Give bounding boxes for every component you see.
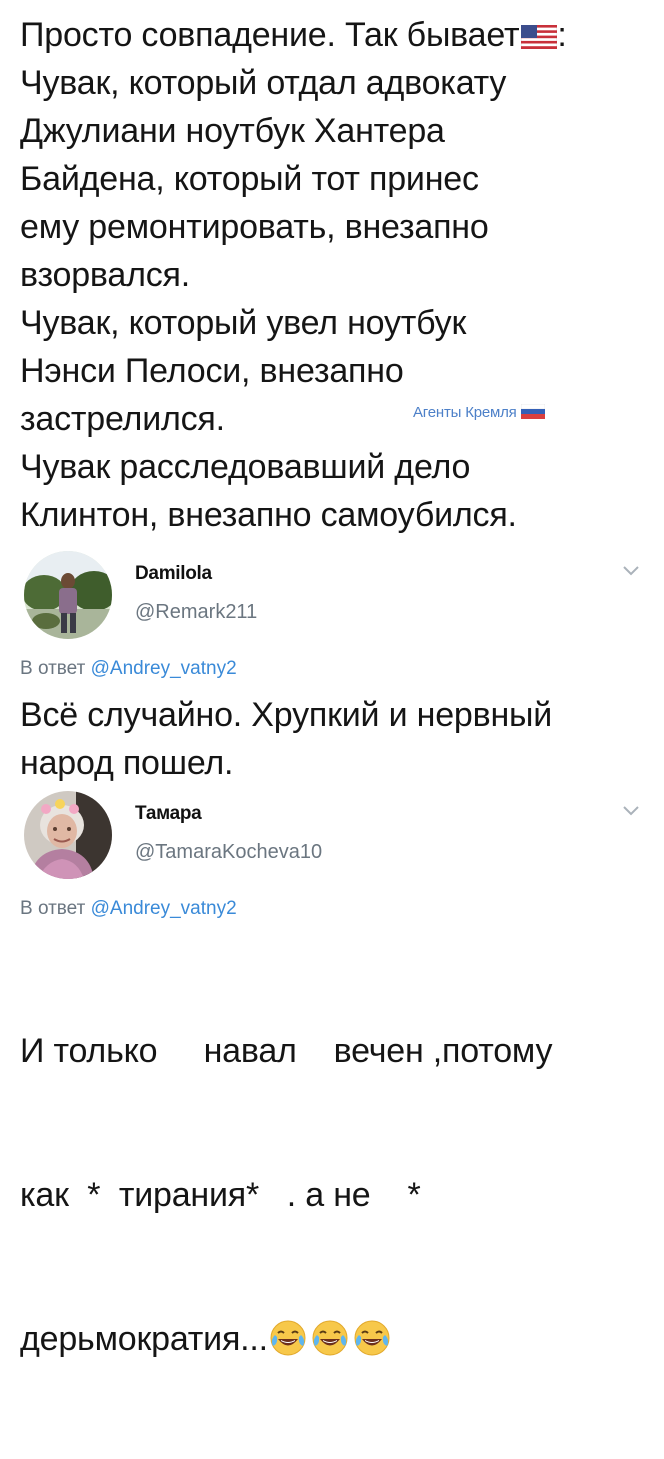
tweet-damilola: Damilola @Remark211 В ответ @Andrey_vatn… — [20, 547, 642, 787]
user-name[interactable]: Damilola — [135, 563, 212, 585]
post-line-text: застрелился. — [20, 400, 225, 438]
post-line: Чувак расследовавший дело — [20, 448, 471, 486]
post-line: Клинтон, внезапно самоубился. — [20, 496, 517, 534]
post-line: Чувак, который отдал адвокату — [20, 64, 507, 102]
chevron-down-icon[interactable] — [622, 565, 640, 577]
post-line-text: Просто совпадение. Так бывает — [20, 16, 520, 54]
user-handle[interactable]: @Remark211 — [135, 601, 257, 624]
tweet-header: Тамара @TamaraKocheva10 — [20, 787, 642, 881]
reply-prefix: В ответ — [20, 898, 86, 919]
post-line: Джулиани ноутбук Хантера — [20, 112, 445, 150]
post-text: Просто совпадение. Так бывает : Чувак, к… — [20, 11, 642, 539]
post-line: взорвался. — [20, 256, 190, 294]
user-name[interactable]: Тамара — [135, 803, 202, 825]
avatar[interactable] — [24, 791, 112, 879]
us-flag-icon — [521, 25, 558, 49]
post-line: застрелился. Агенты Кремля — [20, 395, 642, 443]
post-line: Байдена, который тот принес — [20, 160, 479, 198]
post-line: ему ремонтировать, внезапно — [20, 208, 489, 246]
tweet-line: народ пошел. — [20, 744, 234, 782]
tweet-line-text: дерьмократия... — [20, 1320, 268, 1358]
avatar-photo-icon — [24, 791, 112, 879]
tweet-line: Всё случайно. Хрупкий и нервный — [20, 696, 553, 734]
tweet-text: Всё случайно. Хрупкий и нервный народ по… — [20, 691, 642, 787]
ru-flag-icon — [520, 404, 545, 419]
post-line-suffix: : — [557, 16, 567, 54]
avatar-photo-icon — [24, 551, 112, 639]
reply-prefix: В ответ — [20, 658, 86, 679]
laughing-tears-icon — [270, 1320, 306, 1356]
tweet-line: дерьмократия... — [20, 1315, 642, 1363]
avatar[interactable] — [24, 551, 112, 639]
tweet-header: Damilola @Remark211 — [20, 547, 642, 641]
reply-to: В ответ @Andrey_vatny2 — [20, 653, 642, 685]
post-line: Чувак, который увел ноутбук — [20, 304, 467, 342]
post-line: Нэнси Пелоси, внезапно — [20, 352, 404, 390]
watermark-text: Агенты Кремля — [413, 404, 517, 421]
reply-to: В ответ @Andrey_vatny2 — [20, 893, 642, 925]
tweet-line: как * тирания* . а не * — [20, 1176, 421, 1214]
tweet-tamara: Тамара @TamaraKocheva10 В ответ @Andrey_… — [20, 787, 642, 1459]
tweet-line: И только навал вечен ,потому — [20, 1032, 553, 1070]
chevron-down-icon[interactable] — [622, 805, 640, 817]
user-handle[interactable]: @TamaraKocheva10 — [135, 841, 322, 864]
laughing-tears-icon — [354, 1320, 390, 1356]
screenshot-page: Просто совпадение. Так бывает : Чувак, к… — [0, 11, 664, 1358]
post-line: Просто совпадение. Так бывает : — [20, 11, 642, 59]
watermark: Агенты Кремля — [413, 403, 545, 423]
reply-mention-link[interactable]: @Andrey_vatny2 — [91, 898, 237, 919]
reply-mention-link[interactable]: @Andrey_vatny2 — [91, 658, 237, 679]
laughing-tears-icon — [312, 1320, 348, 1356]
tweet-text: И только навал вечен ,потому как * тиран… — [20, 931, 642, 1459]
